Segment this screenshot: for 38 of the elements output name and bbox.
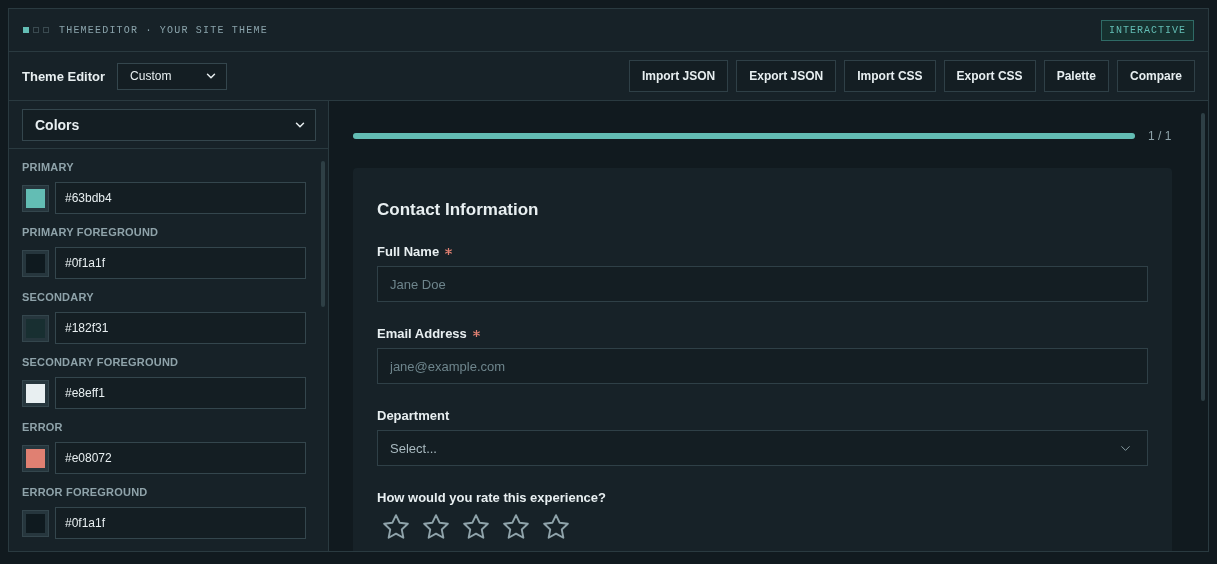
field-label: Full Name <box>377 244 440 259</box>
color-label: ERROR FOREGROUND <box>22 486 149 498</box>
preset-select[interactable]: Custom <box>117 62 228 90</box>
window-title: THEMEEDITOR · YOUR SITE THEME <box>59 24 268 36</box>
hex-input[interactable]: #0f1a1f <box>55 247 306 279</box>
toolbar-button[interactable]: Compare <box>1117 60 1195 92</box>
color-label: ERROR <box>22 421 64 433</box>
star-icon[interactable] <box>501 512 531 542</box>
toolbar-button[interactable]: Export CSS <box>943 60 1036 92</box>
text-input[interactable]: Jane Doe <box>377 266 1148 302</box>
field-label: Email Address <box>377 326 467 341</box>
text-input[interactable]: jane@example.com <box>377 348 1148 384</box>
form-title: Contact Information <box>377 200 540 220</box>
window-dots-icon <box>23 27 49 33</box>
star-icon[interactable] <box>381 512 411 542</box>
star-icon[interactable] <box>421 512 451 542</box>
field-label: How would you rate this experience? <box>377 490 606 505</box>
toolbar-button[interactable]: Palette <box>1043 60 1109 92</box>
app-title: Theme Editor <box>22 68 106 84</box>
toolbar-button[interactable]: Import CSS <box>844 60 936 92</box>
hex-input[interactable]: #e8eff1 <box>55 377 306 409</box>
color-label: SECONDARY FOREGROUND <box>22 356 180 368</box>
section-select[interactable]: Colors <box>22 109 316 141</box>
color-label: PRIMARY FOREGROUND <box>22 226 160 238</box>
color-label: PRIMARY <box>22 161 75 173</box>
toolbar-button[interactable]: Import JSON <box>628 60 729 92</box>
field-label: Department <box>377 408 450 423</box>
toolbar-button[interactable]: Export JSON <box>736 60 837 92</box>
mode-badge: INTERACTIVE <box>1101 19 1194 41</box>
progress-reading: 1 / 1 <box>1148 129 1172 143</box>
hex-input[interactable]: #63bdb4 <box>55 182 306 214</box>
color-label: SECONDARY <box>22 291 95 303</box>
star-icon[interactable] <box>541 512 571 542</box>
star-icon[interactable] <box>461 512 491 542</box>
hex-input[interactable]: #e08072 <box>55 442 306 474</box>
select-dropdown[interactable]: Select... <box>377 430 1148 466</box>
hex-input[interactable]: #0f1a1f <box>55 507 306 539</box>
hex-input[interactable]: #182f31 <box>55 312 306 344</box>
